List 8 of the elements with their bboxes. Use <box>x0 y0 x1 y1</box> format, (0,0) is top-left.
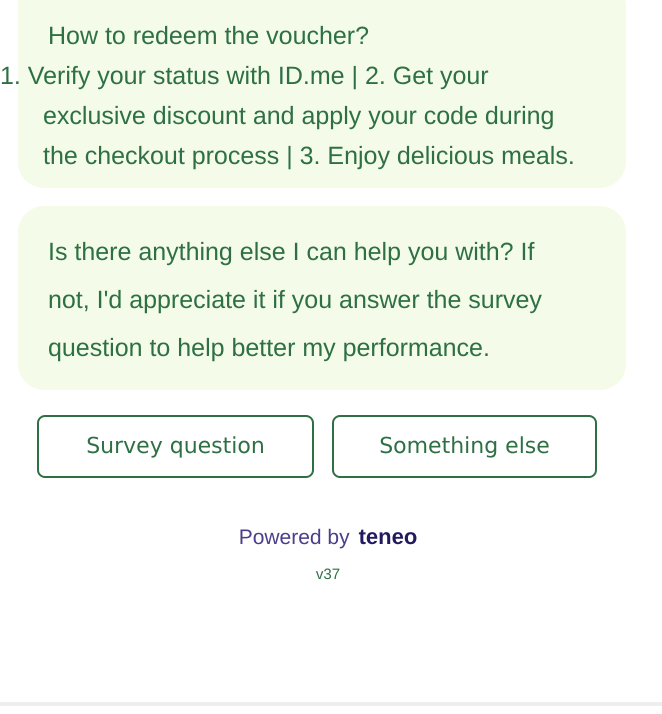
message-title: How to redeem the voucher? <box>47 21 370 52</box>
message-text: 1. Verify your status with ID.me | 2. Get your exclusive discount and apply your code during the checkout process | 3. Enjoy delicious meals. <box>0 61 576 172</box>
version-text: v37 <box>316 566 340 583</box>
quick-reply-button[interactable]: Survey question <box>37 415 314 478</box>
brand-logo[interactable]: teneo <box>358 524 418 550</box>
message-text: Is there anything else I can help you with? If not, I'd appreciate it if you answer the survey question to help better my performance. <box>48 237 543 364</box>
powered-by-text: Powered by <box>238 526 350 550</box>
quick-reply-button[interactable]: Something else <box>332 415 597 478</box>
